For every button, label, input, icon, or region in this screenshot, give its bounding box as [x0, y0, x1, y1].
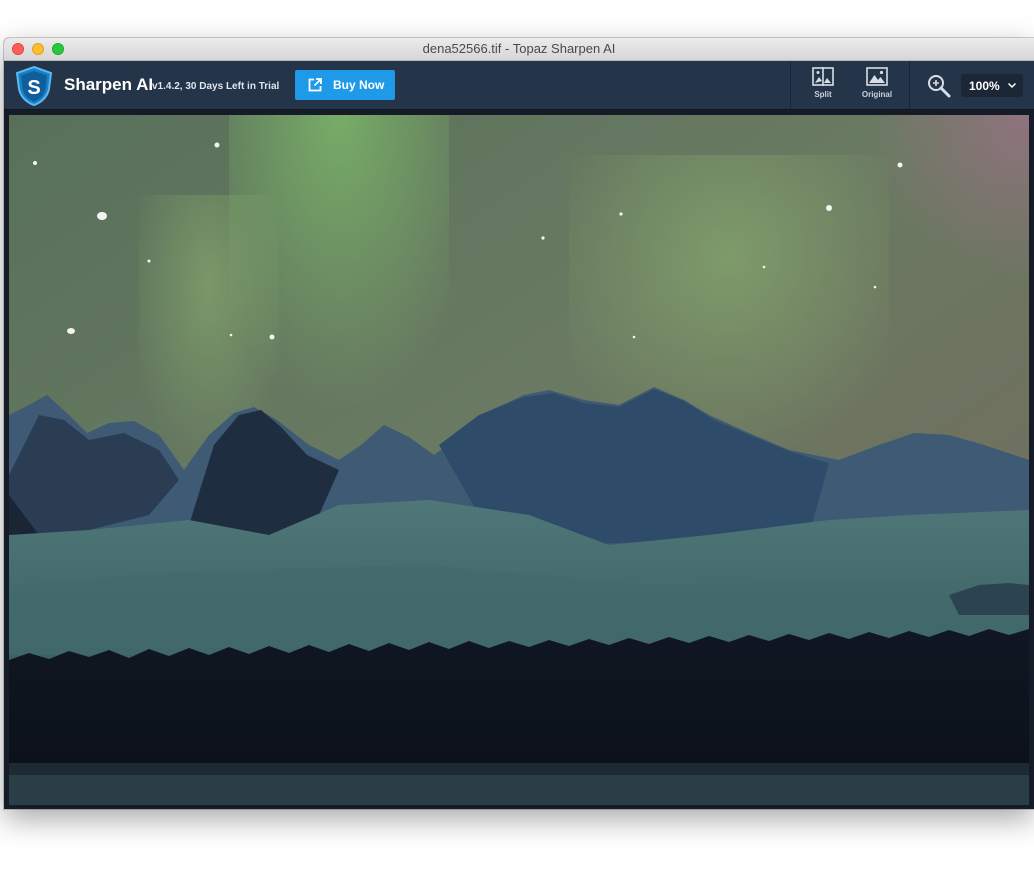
image-preview[interactable]	[9, 115, 1029, 805]
photo-preview	[9, 115, 1029, 805]
zoom-level-select[interactable]: 100%	[961, 74, 1023, 97]
zoom-magnifier-icon[interactable]	[926, 73, 952, 99]
version-info: v1.4.2, 30 Days Left in Trial	[152, 81, 280, 92]
original-image-icon	[866, 67, 888, 86]
window-title: dena52566.tif - Topaz Sharpen AI	[422, 41, 616, 56]
buy-now-button[interactable]: Buy Now	[295, 70, 395, 100]
buy-now-label: Buy Now	[333, 78, 385, 92]
external-link-icon	[308, 78, 322, 92]
toolbar-divider	[909, 61, 910, 109]
toolbar: S Sharpen AI v1.4.2, 30 Days Left in Tri…	[4, 61, 1034, 110]
topaz-logo-icon: S	[15, 65, 53, 107]
title-bar[interactable]: dena52566.tif - Topaz Sharpen AI	[4, 38, 1034, 61]
split-view-button[interactable]: Split	[801, 67, 845, 105]
svg-text:S: S	[27, 77, 40, 99]
split-label: Split	[814, 90, 832, 99]
chevron-down-icon	[1007, 82, 1017, 89]
app-window: dena52566.tif - Topaz Sharpen AI S Sharp…	[4, 38, 1034, 809]
split-view-icon	[812, 67, 834, 86]
image-canvas	[4, 110, 1034, 809]
app-name: Sharpen AI	[64, 75, 154, 94]
toolbar-divider	[790, 61, 791, 109]
zoom-level-value: 100%	[969, 79, 1000, 93]
original-label: Original	[861, 90, 893, 99]
original-view-button[interactable]: Original	[855, 67, 899, 105]
